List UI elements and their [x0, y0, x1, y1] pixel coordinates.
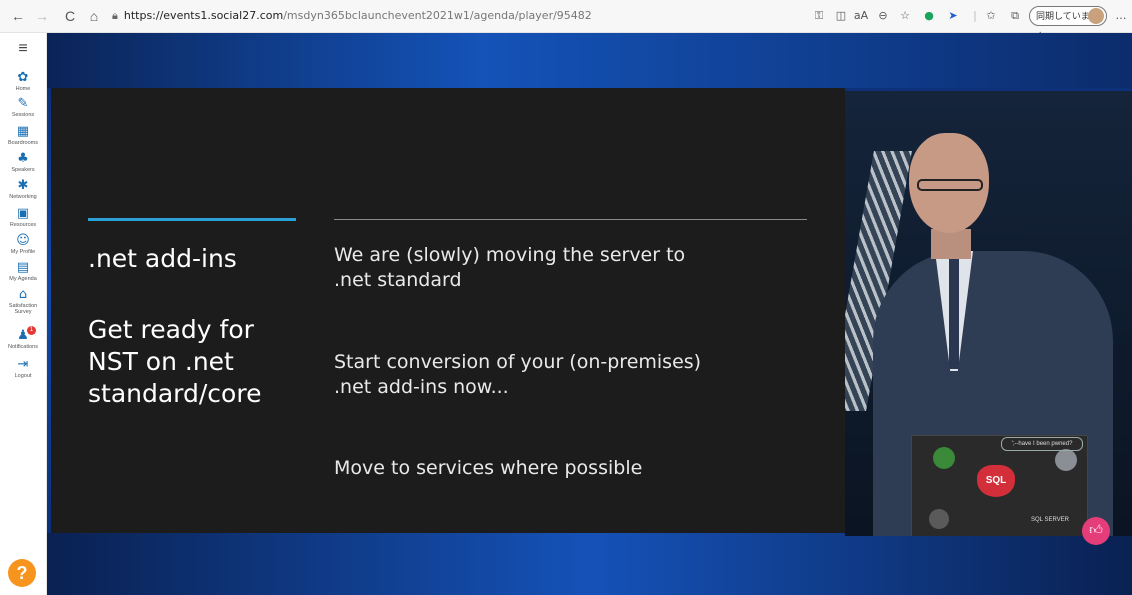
agenda-icon: ▤: [16, 260, 30, 275]
slide-point-1-line-2: .net standard: [334, 269, 462, 291]
stage-bottom-band: [47, 533, 1132, 595]
pencil-icon: ✎: [17, 96, 29, 111]
sidebar-item-networking[interactable]: ✱ Networking: [0, 178, 46, 201]
logout-icon: ⇥: [17, 357, 29, 372]
home-icon: ✿: [17, 70, 29, 85]
speaker-icon: ♣: [17, 151, 29, 166]
reader-view-icon[interactable]: ◫: [832, 7, 850, 25]
video-player[interactable]: .net add-ins Get ready for NST on .net s…: [47, 33, 1132, 595]
sidebar-item-my-profile[interactable]: ☺ My Profile: [0, 233, 46, 256]
profile-icon: ☺: [16, 233, 30, 248]
speaker-neck: [931, 229, 971, 259]
lock-icon: 🔒︎: [112, 9, 118, 22]
sidebar-item-label: Sessions: [11, 112, 35, 118]
slide-point-1-line-1: We are (slowly) moving the server to: [334, 244, 686, 266]
divider-rule: [334, 219, 807, 220]
slide-subtitle-line-1: Get ready for: [88, 315, 254, 344]
sidebar-item-label: Speakers: [11, 167, 35, 173]
help-button[interactable]: ?: [8, 559, 36, 587]
presentation-slide: .net add-ins Get ready for NST on .net s…: [51, 88, 845, 533]
collections-icon[interactable]: ⧉: [1006, 7, 1024, 25]
networking-icon: ✱: [17, 178, 29, 193]
url-host: https://events1.social27.com: [123, 9, 284, 22]
extension-blue-icon[interactable]: ➤: [944, 7, 962, 25]
sidebar-item-label: Notifications: [8, 344, 38, 350]
sidebar-item-label: My Profile: [10, 249, 36, 255]
sidebar-item-notifications[interactable]: ♟ 1 Notifications: [0, 326, 46, 350]
sidebar-item-label: Logout: [14, 373, 32, 379]
resources-icon: ▣: [16, 206, 30, 221]
slide-title: .net add-ins: [88, 244, 237, 273]
slide-point-2-line-2: .net add-ins now...: [334, 376, 509, 398]
slide-subtitle-line-2: NST on .net: [88, 347, 234, 376]
avatar: [1088, 8, 1104, 24]
key-icon[interactable]: ⚿: [810, 7, 828, 25]
speaker-tie: [949, 259, 959, 369]
zoom-icon[interactable]: ⊖: [874, 7, 892, 25]
notification-badge: 1: [27, 326, 36, 335]
boardroom-icon: ▦: [16, 124, 30, 139]
sidebar-item-label: Resources: [9, 222, 37, 228]
sidebar-item-label: Home: [15, 86, 31, 92]
sidebar-item-home[interactable]: ✿ Home: [0, 70, 46, 93]
sidebar-item-logout[interactable]: ⇥ Logout: [0, 357, 46, 380]
more-icon[interactable]: …: [1112, 7, 1130, 25]
profile-button[interactable]: 同期していません: [1029, 6, 1107, 42]
thumbs-up-icon[interactable]: 👍︎: [1082, 517, 1110, 545]
sidebar-item-my-agenda[interactable]: ▤ My Agenda: [0, 260, 46, 283]
sidebar-item-satisfaction-survey[interactable]: ⌂ Satisfaction Survey: [0, 287, 46, 316]
slide-subtitle-line-3: standard/core: [88, 379, 262, 408]
accent-rule: [88, 218, 296, 221]
home-browser-icon[interactable]: ⌂: [84, 6, 104, 26]
sidebar-item-label: Satisfaction Survey: [8, 303, 38, 315]
slide-point-2-line-1: Start conversion of your (on-premises): [334, 351, 702, 373]
sticker-grey: [1055, 449, 1077, 471]
forward-arrow-icon[interactable]: →: [32, 6, 52, 26]
hamburger-icon[interactable]: ≡: [13, 41, 33, 57]
url-path: /msdyn365bclaunchevent2021w1/agenda/play…: [283, 9, 592, 22]
sidebar-item-label: My Agenda: [9, 276, 37, 282]
sidebar-item-sessions[interactable]: ✎ Sessions: [0, 96, 46, 119]
favorite-add-icon[interactable]: ☆: [896, 7, 914, 25]
sidebar-item-label: Networking: [9, 194, 37, 200]
sidebar-item-label: Boardrooms: [8, 140, 38, 146]
sql-server-sticker: SQL SERVER: [1031, 517, 1070, 523]
sql-heart-sticker: SQL: [977, 465, 1015, 497]
sticker-ai: [933, 447, 955, 469]
sidebar-item-boardrooms[interactable]: ▦ Boardrooms: [0, 124, 46, 147]
sticker-dark: [929, 509, 949, 529]
back-arrow-icon[interactable]: ←: [8, 6, 28, 26]
refresh-icon[interactable]: C: [60, 6, 80, 26]
stage-top-band: [47, 33, 1132, 88]
sidebar: ≡ ✿ Home ✎ Sessions ▦ Boardrooms ♣ Speak…: [0, 33, 47, 595]
address-bar[interactable]: 🔒︎ https://events1.social27.com/msdyn365b…: [112, 6, 802, 26]
sidebar-item-resources[interactable]: ▣ Resources: [0, 206, 46, 229]
slide-point-3-line-1: Move to services where possible: [334, 457, 643, 479]
extension-green-icon[interactable]: ●: [920, 7, 938, 25]
favorites-icon[interactable]: ✩: [982, 7, 1000, 25]
read-aloud-icon[interactable]: aA: [852, 7, 870, 25]
speaker-video: SQL ';--have I been pwned? SQL SERVER: [845, 91, 1132, 536]
survey-icon: ⌂: [18, 287, 28, 302]
sidebar-item-speakers[interactable]: ♣ Speakers: [0, 151, 46, 174]
pwned-sticker: ';--have I been pwned?: [1001, 437, 1083, 451]
browser-toolbar: ← → C ⌂ 🔒︎ https://events1.social27.com/m…: [0, 0, 1132, 42]
speaker-glasses: [917, 179, 983, 191]
